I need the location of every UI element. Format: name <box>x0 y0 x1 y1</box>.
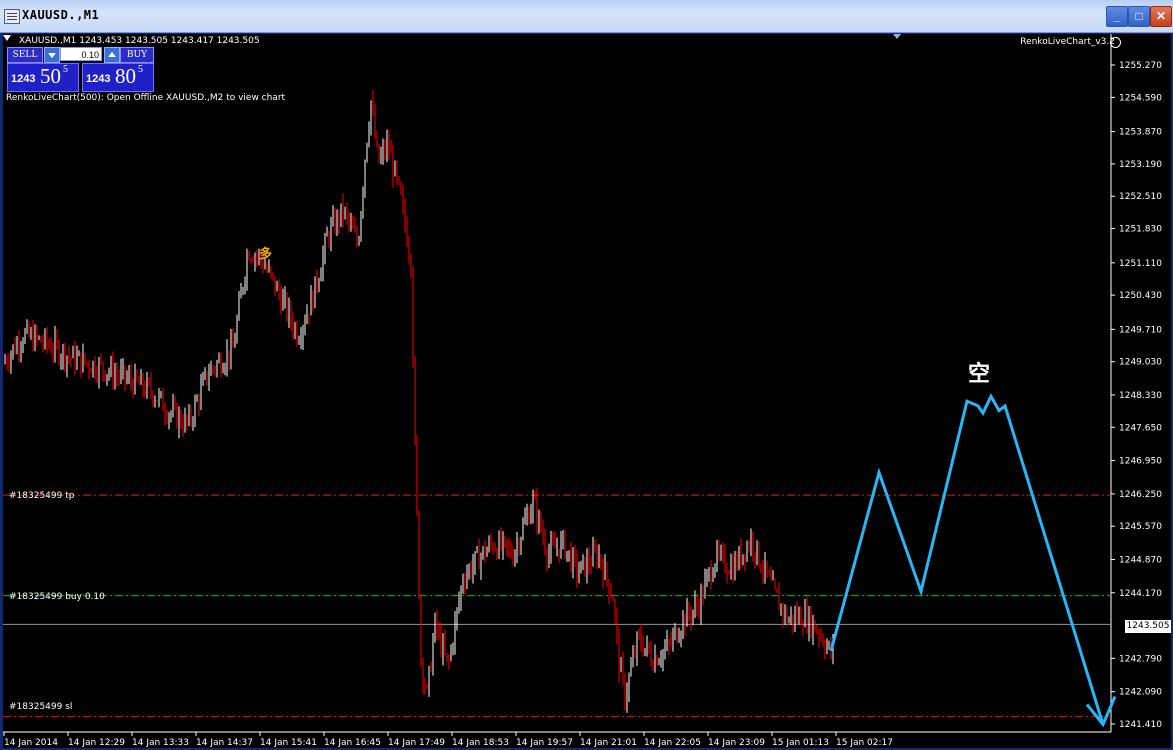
ask-price-prefix: 1243 <box>86 73 111 85</box>
indicator-name: RenkoLiveChart_v3.2 <box>1020 37 1115 47</box>
lot-size-input[interactable]: 0.10 <box>60 47 102 61</box>
time-axis-label: 14 Jan 19:57 <box>516 738 573 748</box>
bid-price-fraction: 5 <box>63 64 68 75</box>
title-bar[interactable]: XAUUSD.,M1 _ □ ✕ <box>0 0 1173 33</box>
short-annotation: 空 <box>968 362 991 387</box>
time-axis-label: 14 Jan 18:53 <box>452 738 509 748</box>
price-axis-label: 1241.410 <box>1119 720 1162 730</box>
chart-canvas[interactable]: 1255.270 1254.590 1253.870 1253.190 1252.510… <box>3 34 1171 748</box>
chart-window-icon <box>4 9 20 24</box>
bid-price-box[interactable]: 1243 50 5 <box>7 63 79 92</box>
price-axis-label: 1245.570 <box>1119 522 1162 532</box>
price-axis-label: 1246.250 <box>1119 490 1162 500</box>
dropdown-triangle-icon[interactable] <box>3 34 11 42</box>
price-axis-label: 1248.330 <box>1119 391 1162 401</box>
lot-decrease-icon[interactable] <box>44 47 60 63</box>
time-axis-label: 14 Jan 2014 <box>4 738 58 748</box>
close-button[interactable]: ✕ <box>1150 6 1172 27</box>
indicator-status-text: RenkoLiveChart(500): Open Offline XAUUSD… <box>6 93 286 103</box>
price-axis-label: 1251.830 <box>1119 225 1162 235</box>
long-annotation: 多 <box>259 247 273 262</box>
one-click-trading-panel: SELL 0.10 BUY 1243 50 5 1243 80 5 <box>7 47 154 92</box>
order-buy-label: #18325499 buy 0.10 <box>9 592 105 602</box>
price-axis-label: 1250.430 <box>1119 291 1162 301</box>
time-axis-label: 14 Jan 12:29 <box>68 738 125 748</box>
time-axis-label: 14 Jan 16:45 <box>324 738 381 748</box>
lot-increase-icon[interactable] <box>104 47 120 63</box>
bid-price-prefix: 1243 <box>11 73 36 85</box>
ask-price-fraction: 5 <box>138 64 143 75</box>
order-tp-label: #18325499 tp <box>9 491 75 501</box>
price-axis-label: 1244.170 <box>1119 589 1162 599</box>
price-axis-label: 1252.510 <box>1119 192 1162 202</box>
price-axis-label: 1254.590 <box>1119 93 1162 103</box>
ask-price-pips: 80 <box>115 64 136 88</box>
time-axis-label: 14 Jan 14:37 <box>196 738 253 748</box>
price-axis-label: 1246.950 <box>1119 457 1162 467</box>
sell-button[interactable]: SELL <box>7 47 43 63</box>
shift-marker-icon <box>893 34 901 39</box>
price-axis-label: 1247.650 <box>1119 423 1162 433</box>
price-axis-label: 1255.270 <box>1119 61 1162 71</box>
prediction-path <box>829 393 1105 725</box>
price-axis-label: 1242.790 <box>1119 654 1162 664</box>
minimize-button[interactable]: _ <box>1106 6 1128 27</box>
price-axis-label: 1242.090 <box>1119 688 1162 698</box>
time-axis-label: 14 Jan 21:01 <box>580 738 637 748</box>
price-axis-label: 1249.710 <box>1119 325 1162 335</box>
price-axis-label: 1253.870 <box>1119 128 1162 138</box>
time-axis-label: 14 Jan 17:49 <box>388 738 445 748</box>
smiley-icon <box>1110 37 1121 48</box>
maximize-button[interactable]: □ <box>1128 6 1150 27</box>
price-axis-label: 1251.110 <box>1119 259 1162 269</box>
bid-price-pips: 50 <box>40 64 61 88</box>
price-axis-label: 1253.190 <box>1119 160 1162 170</box>
window-title: XAUUSD.,M1 <box>22 8 100 22</box>
buy-button[interactable]: BUY <box>120 47 154 63</box>
time-axis-label: 14 Jan 13:33 <box>132 738 189 748</box>
symbol-ohlc-info: XAUUSD.,M1 1243.453 1243.505 1243.417 12… <box>19 36 260 46</box>
time-axis-label: 14 Jan 23:09 <box>708 738 765 748</box>
ask-price-box[interactable]: 1243 80 5 <box>82 63 154 92</box>
terminal-window: XAUUSD.,M1 _ □ ✕ 1255.270 1254.590 1253.87… <box>0 0 1173 750</box>
price-axis-label: 1244.870 <box>1119 555 1162 565</box>
price-axis-label: 1249.030 <box>1119 358 1162 368</box>
order-sl-label: #18325499 sl <box>9 702 73 712</box>
price-chart[interactable]: 1255.270 1254.590 1253.870 1253.190 1252.510… <box>3 34 1171 748</box>
time-axis-label: 14 Jan 15:41 <box>260 738 317 748</box>
time-axis-label: 14 Jan 22:05 <box>644 738 701 748</box>
time-axis-label: 15 Jan 02:17 <box>836 738 893 748</box>
current-price-tag: 1243.505 <box>1125 620 1171 633</box>
time-axis-label: 15 Jan 01:13 <box>772 738 829 748</box>
